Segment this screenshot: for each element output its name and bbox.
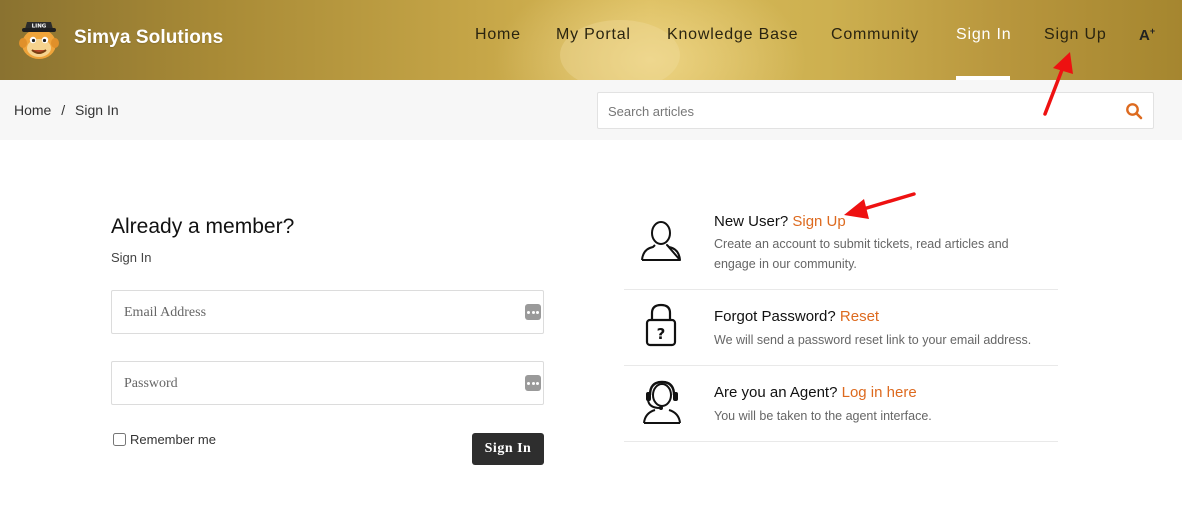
nav-knowledge-base[interactable]: Knowledge Base xyxy=(667,26,798,44)
email-field xyxy=(111,290,544,334)
remember-me-label: Remember me xyxy=(130,432,216,447)
login-title: Already a member? xyxy=(111,215,295,238)
new-user-title: New User? Sign Up xyxy=(714,213,846,230)
agent-description: You will be taken to the agent interface… xyxy=(714,409,932,423)
lock-icon: ? xyxy=(645,303,677,347)
breadcrumb-bar: Home / Sign In xyxy=(0,80,1182,140)
sign-in-button[interactable]: Sign In xyxy=(472,433,544,465)
new-user-description: Create an account to submit tickets, rea… xyxy=(714,237,1009,271)
forgot-password-title: Forgot Password? Reset xyxy=(714,308,880,325)
agent-title: Are you an Agent? Log in here xyxy=(714,384,917,401)
forgot-password-description: We will send a password reset link to yo… xyxy=(714,333,1032,347)
new-user-option: New User? Sign Up Create an account to s… xyxy=(624,200,1058,290)
font-size-toggle[interactable]: A+ xyxy=(1139,26,1155,44)
nav-sign-in[interactable]: Sign In xyxy=(956,26,1011,44)
login-subtitle: Sign In xyxy=(111,250,152,265)
remember-me[interactable]: Remember me xyxy=(113,432,216,447)
active-nav-underline xyxy=(956,76,1010,80)
breadcrumb-separator: / xyxy=(61,102,66,118)
main-nav: Home My Portal Knowledge Base Community … xyxy=(0,26,1182,56)
reset-link[interactable]: Reset xyxy=(840,308,879,325)
password-manager-icon[interactable] xyxy=(525,375,541,391)
search-box xyxy=(597,92,1154,129)
sign-up-link[interactable]: Sign Up xyxy=(792,213,845,230)
breadcrumb: Home / Sign In xyxy=(14,102,119,118)
nav-home[interactable]: Home xyxy=(475,26,521,44)
agent-headset-icon xyxy=(643,380,681,424)
user-icon xyxy=(641,221,681,261)
password-field xyxy=(111,361,544,405)
svg-text:?: ? xyxy=(657,325,666,343)
site-header: LING Simya Solutions Home My Portal Know… xyxy=(0,0,1182,80)
password-manager-icon[interactable] xyxy=(525,304,541,320)
search-input[interactable] xyxy=(608,101,1108,121)
breadcrumb-current: Sign In xyxy=(75,102,119,118)
nav-sign-up[interactable]: Sign Up xyxy=(1044,26,1107,44)
search-icon[interactable] xyxy=(1125,102,1143,120)
nav-my-portal[interactable]: My Portal xyxy=(556,26,631,44)
email-input[interactable] xyxy=(124,303,514,323)
nav-community[interactable]: Community xyxy=(831,26,919,44)
password-input[interactable] xyxy=(124,374,514,394)
agent-option: Are you an Agent? Log in here You will b… xyxy=(624,366,1058,442)
remember-me-checkbox[interactable] xyxy=(113,433,126,446)
agent-login-link[interactable]: Log in here xyxy=(842,384,917,401)
forgot-password-option: ? Forgot Password? Reset We will send a … xyxy=(624,290,1058,366)
breadcrumb-home[interactable]: Home xyxy=(14,102,51,118)
